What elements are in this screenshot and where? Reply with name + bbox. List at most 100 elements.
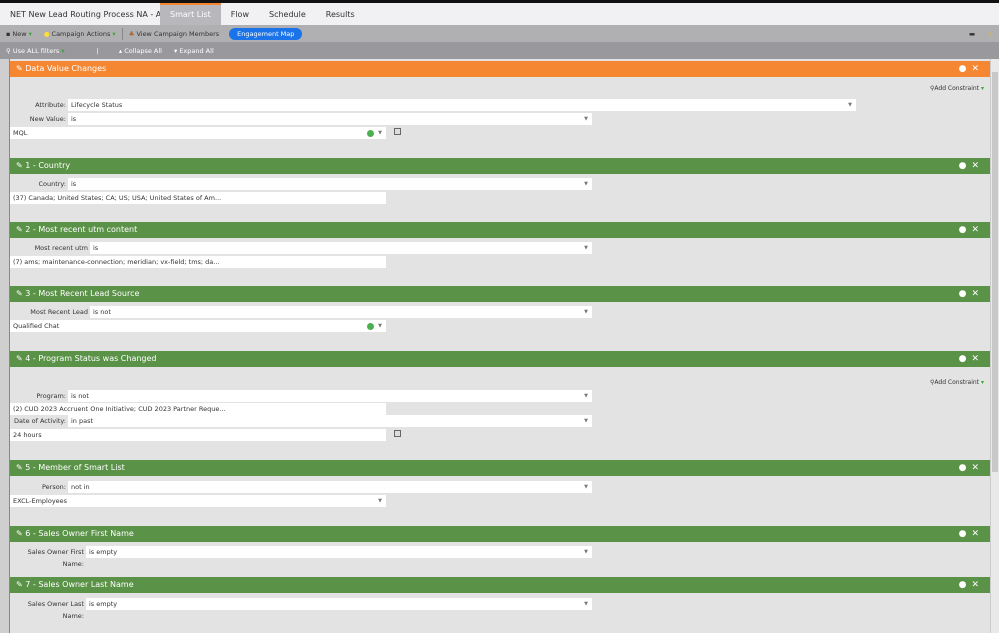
operator-select[interactable]: is not ▼ [90, 306, 592, 318]
operator-select[interactable]: in past ▼ [68, 415, 592, 427]
select-value: is [71, 115, 77, 123]
operator-select[interactable]: is not ▼ [68, 390, 592, 402]
value-field[interactable]: (37) Canada; United States; CA; US; USA;… [10, 192, 386, 204]
new-button[interactable]: ▪ New ▾ [0, 30, 38, 38]
tab-smart-list[interactable]: Smart List [160, 3, 221, 25]
view-campaign-members-button[interactable]: ♣ View Campaign Members [123, 30, 226, 38]
help-icon[interactable]: ● [959, 354, 972, 364]
chevron-down-icon[interactable]: ▼ [378, 127, 382, 139]
help-icon[interactable]: ● [959, 463, 972, 473]
scrollbar-thumb[interactable] [992, 72, 998, 472]
add-value-icon[interactable] [367, 129, 374, 137]
window-icon[interactable]: ▬ [963, 30, 981, 38]
value-field[interactable]: 24 hours [10, 429, 386, 441]
tab-campaign-title[interactable]: NET New Lead Routing Process NA - AMS... [0, 3, 160, 25]
operator-select[interactable]: Lifecycle Status ▼ [68, 99, 856, 111]
add-constraint-button[interactable]: ⚲Add Constraint ▾ [930, 379, 984, 386]
close-icon[interactable]: ✕ [971, 354, 984, 364]
add-constraint-button[interactable]: ⚲Add Constraint ▾ [930, 85, 984, 92]
filter-controls: ●✕ [959, 158, 984, 174]
filter-header[interactable]: ✎ 4 - Program Status was Changed ●✕ [10, 351, 990, 367]
chevron-down-icon: ▼ [584, 549, 588, 555]
help-icon[interactable]: ● [959, 580, 972, 590]
select-value: is not [71, 392, 89, 400]
close-icon[interactable]: ✕ [971, 529, 984, 539]
chevron-down-icon: ▼ [584, 116, 588, 122]
chevron-down-icon: ▼ [584, 181, 588, 187]
filter-header[interactable]: ✎ 7 - Sales Owner Last Name ●✕ [10, 577, 990, 593]
filter-header[interactable]: ✎ 2 - Most recent utm content ●✕ [10, 222, 990, 238]
filter-title: 1 - Country [25, 161, 71, 170]
drag-handle-icon[interactable]: ✎ [16, 580, 25, 589]
select-value: is [71, 180, 77, 188]
chevron-down-icon[interactable]: ▼ [378, 495, 382, 507]
tab-results[interactable]: Results [316, 3, 365, 25]
drag-handle-icon[interactable]: ✎ [16, 225, 25, 234]
operator-select[interactable]: is ▼ [68, 113, 592, 125]
add-constraint-label: Add Constraint [934, 379, 980, 386]
toolbar: ▪ New ▾ ● Campaign Actions ▾ ♣ View Campaign … [0, 25, 999, 42]
operator-select[interactable]: is ▼ [68, 178, 592, 190]
filter-header[interactable]: ✎ 3 - Most Recent Lead Source ●✕ [10, 286, 990, 302]
filter-header[interactable]: ✎ 6 - Sales Owner First Name ●✕ [10, 526, 990, 542]
operator-select[interactable]: is empty ▼ [86, 598, 592, 610]
operator-select[interactable]: not in ▼ [68, 481, 592, 493]
tab-schedule[interactable]: Schedule [259, 3, 316, 25]
value-field[interactable]: (2) CUD 2023 Accruent One Initiative; CU… [10, 403, 386, 415]
filter-header[interactable]: ✎ 1 - Country ●✕ [10, 158, 990, 174]
help-icon[interactable]: ● [959, 64, 972, 74]
view-members-label: View Campaign Members [136, 29, 220, 38]
chevron-down-icon: ▼ [584, 309, 588, 315]
clear-icon[interactable] [394, 430, 401, 437]
close-icon[interactable]: ✕ [971, 580, 984, 590]
filter-title: Data Value Changes [25, 64, 107, 73]
help-icon[interactable]: ● [959, 529, 972, 539]
expand-all-button[interactable]: ▾ Expand All [168, 47, 220, 55]
chevron-down-icon: ▼ [848, 102, 852, 108]
filter-header[interactable]: ✎ Data Value Changes ●✕ [10, 61, 990, 77]
value-field[interactable]: (7) ams; maintenance-connection; meridia… [10, 256, 386, 268]
operator-select[interactable]: is empty ▼ [86, 546, 592, 558]
close-icon[interactable]: ✕ [971, 225, 984, 235]
filter-title: 4 - Program Status was Changed [25, 354, 157, 363]
campaign-actions-button[interactable]: ● Campaign Actions ▾ [38, 30, 122, 38]
close-icon[interactable]: ✕ [971, 161, 984, 171]
select-value: is empty [89, 600, 118, 608]
drag-handle-icon[interactable]: ✎ [16, 463, 25, 472]
help-icon[interactable]: ● [959, 289, 972, 299]
filter-controls: ●✕ [959, 286, 984, 302]
filter-bar: ⚲ Use ALL filters ▾ | ▴ Collapse All ▾ E… [0, 42, 999, 59]
warning-icon[interactable]: ⚠ [981, 30, 999, 38]
chevron-down-icon[interactable]: ▼ [378, 320, 382, 332]
help-icon[interactable]: ● [959, 225, 972, 235]
drag-handle-icon[interactable]: ✎ [16, 289, 25, 298]
value-field[interactable]: Qualified Chat ▼ [10, 320, 386, 332]
value-field[interactable]: MQL ▼ [10, 127, 386, 139]
chevron-down-icon: ▼ [584, 245, 588, 251]
tab-flow[interactable]: Flow [221, 3, 259, 25]
drag-handle-icon[interactable]: ✎ [16, 161, 25, 170]
use-all-filters-button[interactable]: ⚲ Use ALL filters ▾ [0, 47, 71, 55]
filter-header[interactable]: ✎ 5 - Member of Smart List ●✕ [10, 460, 990, 476]
use-filters-label: Use ALL filters [12, 46, 60, 55]
close-icon[interactable]: ✕ [971, 64, 984, 74]
field-label: Date of Activity: [14, 417, 66, 425]
new-label: New [12, 29, 27, 38]
close-icon[interactable]: ✕ [971, 289, 984, 299]
campaign-actions-label: Campaign Actions [51, 29, 111, 38]
close-icon[interactable]: ✕ [971, 463, 984, 473]
select-value: in past [71, 417, 94, 425]
field-label: New Value: [29, 115, 66, 123]
collapse-all-button[interactable]: ▴ Collapse All [113, 47, 168, 55]
drag-handle-icon[interactable]: ✎ [16, 64, 25, 73]
clear-icon[interactable] [394, 128, 401, 135]
help-icon[interactable]: ● [959, 161, 972, 171]
engagement-map-button[interactable]: Engagement Map [229, 27, 303, 40]
filter-icon: ⚲ [6, 46, 11, 55]
expand-icon: ▾ [173, 46, 178, 55]
add-value-icon[interactable] [367, 322, 374, 330]
value-field[interactable]: EXCL-Employees ▼ [10, 495, 386, 507]
drag-handle-icon[interactable]: ✎ [16, 354, 25, 363]
operator-select[interactable]: is ▼ [90, 242, 592, 254]
drag-handle-icon[interactable]: ✎ [16, 529, 25, 538]
